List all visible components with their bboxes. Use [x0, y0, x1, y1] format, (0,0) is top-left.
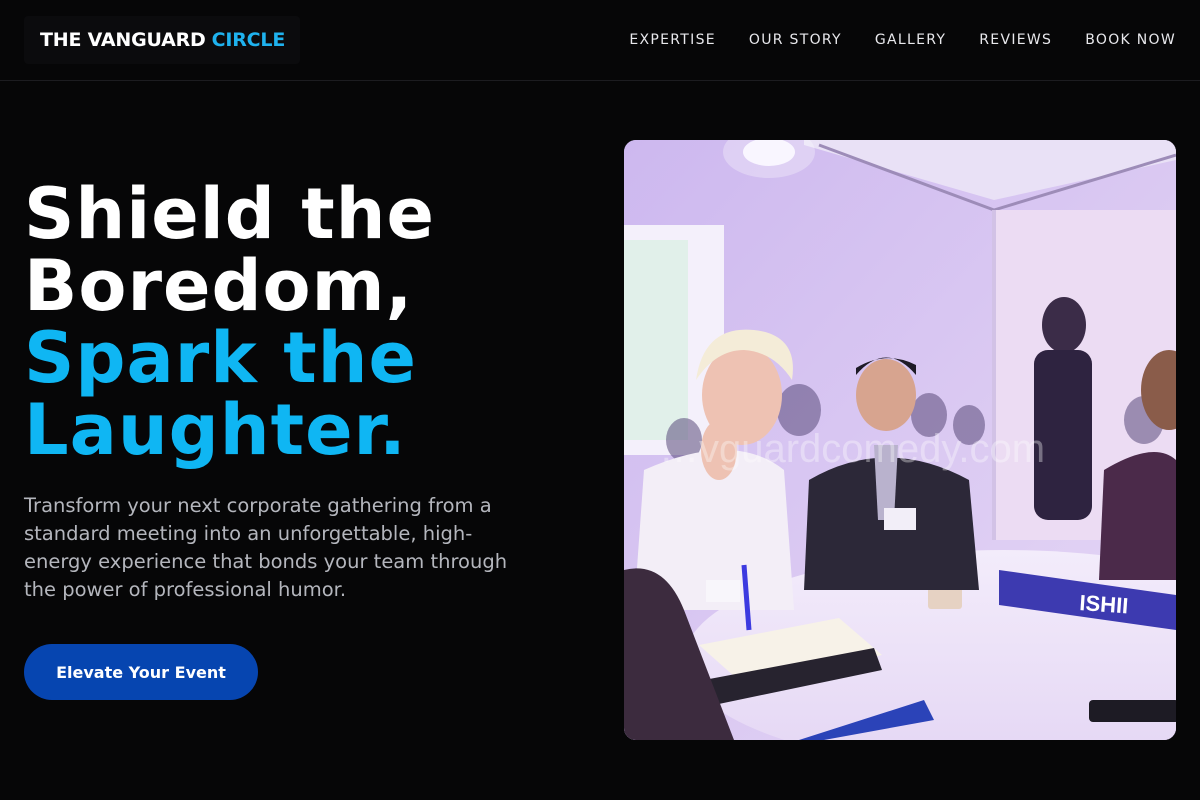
hero-title-line-3: Spark the [24, 317, 417, 399]
hero-title-line-1: Shield the [24, 173, 435, 255]
nav-link-book-now[interactable]: BOOK NOW [1085, 32, 1176, 48]
name-card-label: ISHII [1079, 590, 1130, 618]
brand-name-accent: CIRCLE [211, 29, 286, 51]
hero-title-line-2: Boredom, [24, 245, 414, 327]
hero-description: Transform your next corporate gathering … [24, 494, 508, 601]
event-photo-illustration: ISHII …vguardcomedy.com [624, 140, 1176, 740]
main-nav: EXPERTISE OUR STORY GALLERY REVIEWS BOOK… [596, 0, 1176, 80]
nav-link-reviews[interactable]: REVIEWS [979, 32, 1052, 48]
nav-link-gallery[interactable]: GALLERY [875, 32, 946, 48]
hero-photo: ISHII …vguardcomedy.com [624, 140, 1176, 740]
top-navigation-bar: THE VANGUARD CIRCLE EXPERTISE OUR STORY … [0, 0, 1200, 81]
photo-watermark: …vguardcomedy.com [659, 427, 1045, 471]
hero-title-line-4: Laughter. [24, 389, 407, 471]
nav-link-our-story[interactable]: OUR STORY [749, 32, 842, 48]
nav-link-expertise[interactable]: EXPERTISE [629, 32, 716, 48]
brand-logo[interactable]: THE VANGUARD CIRCLE [24, 16, 300, 64]
hero-title: Shield the Boredom, Spark the Laughter. [24, 178, 584, 466]
elevate-event-button[interactable]: Elevate Your Event [24, 644, 258, 700]
brand-name-primary: THE VANGUARD [40, 29, 206, 51]
